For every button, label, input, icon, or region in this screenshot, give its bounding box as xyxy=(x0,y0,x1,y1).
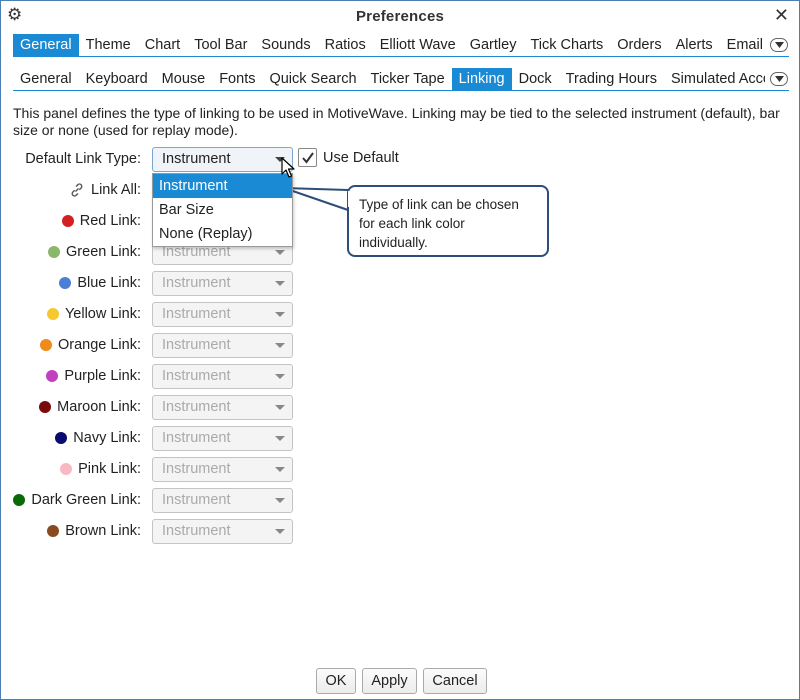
dropdown-option-none-replay[interactable]: None (Replay) xyxy=(153,222,292,246)
checkmark-icon xyxy=(302,152,314,164)
callout-tooltip: Type of link can be chosen for each link… xyxy=(347,185,549,257)
navy-link-color-dot xyxy=(55,432,68,444)
blue-link-color-dot xyxy=(59,277,72,289)
tab-gartley[interactable]: Gartley xyxy=(463,34,524,56)
chevron-down-icon xyxy=(275,374,285,379)
gear-icon[interactable]: ⚙ xyxy=(7,6,25,24)
tab-elliott-wave[interactable]: Elliott Wave xyxy=(373,34,463,56)
chevron-down-icon xyxy=(275,529,285,534)
dropdown-option-bar-size[interactable]: Bar Size xyxy=(153,198,292,222)
red-link-label: Red Link: xyxy=(61,213,141,229)
tab-ratios[interactable]: Ratios xyxy=(318,34,373,56)
chevron-down-icon xyxy=(275,498,285,503)
purple-link-select[interactable]: Instrument xyxy=(152,364,293,389)
maroon-link-select[interactable]: Instrument xyxy=(152,395,293,420)
chain-link-icon xyxy=(71,183,83,197)
dark-green-link-label: Dark Green Link: xyxy=(13,492,141,508)
tab-orders[interactable]: Orders xyxy=(610,34,668,56)
brown-link-label: Brown Link: xyxy=(47,523,141,539)
secondary-tab-bar: General Keyboard Mouse Fonts Quick Search Tic… xyxy=(13,68,765,90)
brown-link-color-dot xyxy=(47,525,60,537)
tab-alerts[interactable]: Alerts xyxy=(669,34,720,56)
subtab-simulated-accou[interactable]: Simulated Accou xyxy=(664,68,765,90)
dark-green-link-color-dot xyxy=(13,494,26,506)
mouse-cursor-icon xyxy=(281,157,295,178)
purple-link-label: Purple Link: xyxy=(46,368,141,384)
chevron-down-icon xyxy=(275,436,285,441)
navy-link-select[interactable]: Instrument xyxy=(152,426,293,451)
primary-tab-divider xyxy=(13,56,789,57)
chevron-down-icon xyxy=(275,250,285,255)
primary-tabs-more-button[interactable] xyxy=(770,38,788,52)
subtab-dock[interactable]: Dock xyxy=(512,68,559,90)
navy-link-label: Navy Link: xyxy=(55,430,141,446)
orange-link-select[interactable]: Instrument xyxy=(152,333,293,358)
dropdown-option-instrument[interactable]: Instrument xyxy=(153,174,292,198)
title-bar: ⚙ Preferences ✕ xyxy=(1,1,799,31)
maroon-link-label: Maroon Link: xyxy=(39,399,141,415)
subtab-linking[interactable]: Linking xyxy=(451,68,512,90)
callout-joint-mask xyxy=(348,191,351,207)
subtab-fonts[interactable]: Fonts xyxy=(212,68,262,90)
dark-green-link-select[interactable]: Instrument xyxy=(152,488,293,513)
chevron-down-icon xyxy=(774,42,784,48)
subtab-trading-hours[interactable]: Trading Hours xyxy=(559,68,664,90)
red-link-color-dot xyxy=(61,215,74,227)
panel-description: This panel defines the type of linking t… xyxy=(13,105,780,138)
subtab-keyboard[interactable]: Keyboard xyxy=(79,68,155,90)
link-all-label: Link All: xyxy=(69,182,141,198)
tab-tick-charts[interactable]: Tick Charts xyxy=(523,34,610,56)
tab-email[interactable]: Email xyxy=(720,34,770,56)
blue-link-select[interactable]: Instrument xyxy=(152,271,293,296)
secondary-tabs-more-button[interactable] xyxy=(770,72,788,86)
blue-link-label: Blue Link: xyxy=(59,275,141,291)
tab-tool-bar[interactable]: Tool Bar xyxy=(187,34,254,56)
link-type-dropdown-list: Instrument Bar Size None (Replay) xyxy=(152,173,293,247)
subtab-ticker-tape[interactable]: Ticker Tape xyxy=(364,68,452,90)
default-link-type-select[interactable]: Instrument xyxy=(152,147,293,172)
primary-tab-bar: General Theme Chart Tool Bar Sounds Ratios Ell… xyxy=(13,34,770,56)
green-link-color-dot xyxy=(48,246,61,258)
yellow-link-label: Yellow Link: xyxy=(46,306,141,322)
pink-link-select[interactable]: Instrument xyxy=(152,457,293,482)
default-link-type-label: Default Link Type: xyxy=(25,151,141,167)
subtab-mouse[interactable]: Mouse xyxy=(155,68,213,90)
chevron-down-icon xyxy=(275,281,285,286)
chevron-down-icon xyxy=(275,467,285,472)
chevron-down-icon xyxy=(275,405,285,410)
purple-link-color-dot xyxy=(46,370,59,382)
orange-link-color-dot xyxy=(39,339,52,351)
cancel-button[interactable]: Cancel xyxy=(423,668,487,694)
subtab-general[interactable]: General xyxy=(13,68,79,90)
use-default-label: Use Default xyxy=(323,150,399,166)
tab-general[interactable]: General xyxy=(13,34,79,56)
ok-button[interactable]: OK xyxy=(316,668,356,694)
window-title: Preferences xyxy=(355,7,445,25)
yellow-link-color-dot xyxy=(46,308,59,320)
apply-button[interactable]: Apply xyxy=(362,668,417,694)
subtab-quick-search[interactable]: Quick Search xyxy=(262,68,363,90)
chevron-down-icon xyxy=(275,312,285,317)
maroon-link-color-dot xyxy=(39,401,52,413)
preferences-window: ⚙ Preferences ✕ General Theme Chart Tool Ba… xyxy=(0,0,800,700)
chevron-down-icon xyxy=(774,76,784,82)
yellow-link-select[interactable]: Instrument xyxy=(152,302,293,327)
tab-sounds[interactable]: Sounds xyxy=(254,34,317,56)
orange-link-label: Orange Link: xyxy=(39,337,141,353)
secondary-tab-divider xyxy=(13,90,789,91)
green-link-label: Green Link: xyxy=(48,244,141,260)
pink-link-label: Pink Link: xyxy=(60,461,141,477)
close-icon[interactable]: ✕ xyxy=(774,5,789,25)
tab-chart[interactable]: Chart xyxy=(138,34,187,56)
chevron-down-icon xyxy=(275,343,285,348)
pink-link-color-dot xyxy=(60,463,73,475)
brown-link-select[interactable]: Instrument xyxy=(152,519,293,544)
tab-theme[interactable]: Theme xyxy=(79,34,138,56)
use-default-checkbox[interactable] xyxy=(298,148,317,167)
